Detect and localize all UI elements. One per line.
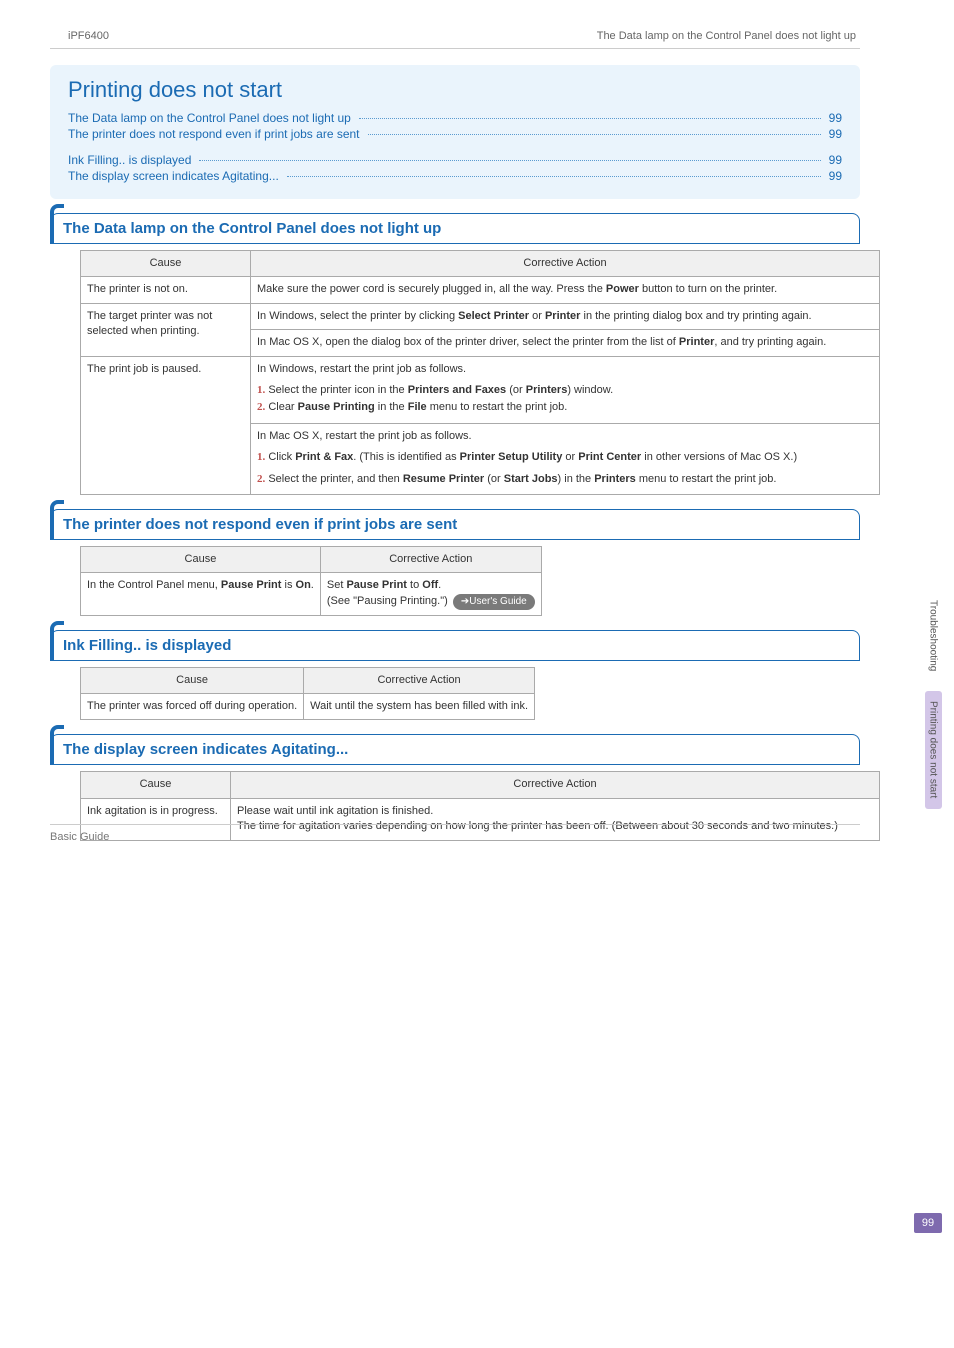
col-cause: Cause [81,667,304,693]
list-item: Select the printer, and then Resume Prin… [268,473,776,485]
cell-action: Make sure the power cord is securely plu… [251,277,880,303]
text: Set Pause Print to Off. [327,579,441,591]
page-header: iPF6400 The Data lamp on the Control Pan… [50,30,860,49]
toc-label: The display screen indicates Agitating..… [68,169,279,183]
section-header-s1: The Data lamp on the Control Panel does … [50,213,860,243]
toc-dots [287,176,821,177]
main-banner: Printing does not start The Data lamp on… [50,65,860,199]
cell-cause: The printer is not on. [81,277,251,303]
cell-action: In Windows, restart the print job as fol… [251,356,880,423]
toc-page: 99 [829,169,842,183]
cell-cause: The target printer was not selected when… [81,303,251,356]
text: (See "Pausing Printing.") [327,595,448,607]
cell-action: In Mac OS X, open the dialog box of the … [251,330,880,356]
side-tabs: Troubleshooting Printing does not start [922,590,944,809]
toc-label: The Data lamp on the Control Panel does … [68,111,351,125]
toc-line[interactable]: Ink Filling.. is displayed 99 [68,153,842,167]
toc-page: 99 [829,127,842,141]
section-title-s3: Ink Filling.. is displayed [51,631,859,660]
header-right: The Data lamp on the Control Panel does … [597,30,856,42]
text: In Mac OS X, restart the print job as fo… [257,429,873,444]
side-tab-printing-does-not-start[interactable]: Printing does not start [925,691,942,808]
section-title-s4: The display screen indicates Agitating..… [51,735,859,764]
footer: Basic Guide [50,824,860,843]
table-row: The target printer was not selected when… [81,303,880,329]
list-item: Click Print & Fax. (This is identified a… [268,451,797,463]
table-s3: Cause Corrective Action The printer was … [80,667,535,721]
col-action: Corrective Action [231,772,880,798]
cell-action: In Windows, select the printer by clicki… [251,303,880,329]
users-guide-badge[interactable]: ➔User's Guide [453,594,535,610]
col-action: Corrective Action [304,667,535,693]
col-action: Corrective Action [251,251,880,277]
cell-cause: The print job is paused. [81,356,251,494]
cell-cause: In the Control Panel menu, Pause Print i… [81,573,321,615]
col-cause: Cause [81,546,321,572]
section-title-s1: The Data lamp on the Control Panel does … [51,214,859,243]
col-action: Corrective Action [320,546,541,572]
page-title: Printing does not start [68,77,842,103]
page-number: 99 [914,1213,942,1233]
table-s2: Cause Corrective Action In the Control P… [80,546,542,616]
toc-dots [368,134,821,135]
section-header-s2: The printer does not respond even if pri… [50,509,860,539]
header-left: iPF6400 [68,30,109,42]
toc-page: 99 [829,153,842,167]
table-row: The print job is paused. In Windows, res… [81,356,880,423]
toc-label: The printer does not respond even if pri… [68,127,360,141]
table-row: The printer is not on. Make sure the pow… [81,277,880,303]
toc-line[interactable]: The printer does not respond even if pri… [68,127,842,141]
toc-dots [359,118,821,119]
text: In Windows, restart the print job as fol… [257,362,873,377]
list-item: Clear Pause Printing in the File menu to… [268,401,567,413]
toc-line[interactable]: The display screen indicates Agitating..… [68,169,842,183]
col-cause: Cause [81,772,231,798]
cell-action: Set Pause Print to Off. (See "Pausing Pr… [320,573,541,615]
section-header-s4: The display screen indicates Agitating..… [50,734,860,764]
table-row: The printer was forced off during operat… [81,694,535,720]
side-tab-troubleshooting[interactable]: Troubleshooting [925,590,942,681]
toc: The Data lamp on the Control Panel does … [68,111,842,183]
toc-dots [199,160,820,161]
section-title-s2: The printer does not respond even if pri… [51,510,859,539]
list-item: Select the printer icon in the Printers … [268,384,613,396]
toc-line[interactable]: The Data lamp on the Control Panel does … [68,111,842,125]
toc-page: 99 [829,111,842,125]
cell-action: In Mac OS X, restart the print job as fo… [251,423,880,494]
cell-action: Wait until the system has been filled wi… [304,694,535,720]
table-s1: Cause Corrective Action The printer is n… [80,250,880,495]
table-row: In the Control Panel menu, Pause Print i… [81,573,542,615]
cell-cause: The printer was forced off during operat… [81,694,304,720]
section-header-s3: Ink Filling.. is displayed [50,630,860,660]
col-cause: Cause [81,251,251,277]
toc-label: Ink Filling.. is displayed [68,153,191,167]
